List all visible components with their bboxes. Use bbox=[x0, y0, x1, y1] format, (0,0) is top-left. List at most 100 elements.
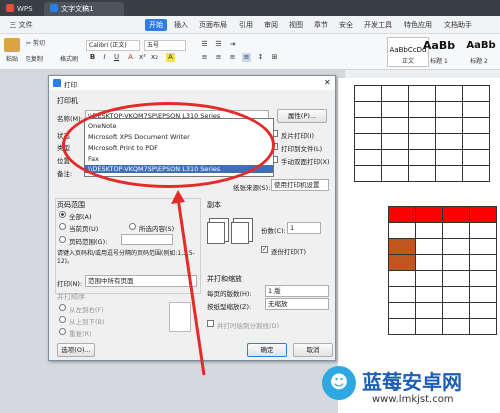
title-bar: WPS 文字文稿1 bbox=[0, 0, 500, 16]
cancel-button[interactable]: 取消 bbox=[293, 343, 333, 357]
format-painter-button[interactable]: 格式刷 bbox=[56, 56, 82, 64]
copies-label: 份数(C): bbox=[261, 227, 286, 235]
borders-icon[interactable]: ⊞ bbox=[270, 53, 279, 62]
bold-icon[interactable]: B bbox=[88, 53, 97, 62]
tab-wps[interactable]: WPS bbox=[0, 2, 42, 16]
page-range-label: 页码范围(G): bbox=[69, 238, 108, 246]
current-page-radio[interactable] bbox=[59, 223, 66, 230]
align-left-icon[interactable]: ≡ bbox=[200, 53, 209, 62]
close-icon[interactable]: ✕ bbox=[324, 78, 331, 87]
android-logo-icon: ☻ bbox=[322, 366, 356, 400]
menu-start[interactable]: 开始 bbox=[145, 19, 167, 31]
menu-doc-assistant[interactable]: 文档助手 bbox=[441, 19, 475, 31]
pages-per-sheet-label: 每页的版数(H): bbox=[207, 290, 252, 298]
page-range-radio[interactable] bbox=[59, 236, 66, 243]
collate-label: 逐份打印(T) bbox=[271, 248, 307, 256]
selection-radio[interactable] bbox=[129, 223, 136, 230]
reverse-print-label: 反片打印(I) bbox=[281, 132, 314, 140]
line-spacing-icon[interactable]: ↕ bbox=[256, 53, 265, 62]
printer-icon bbox=[53, 79, 61, 87]
ok-button[interactable]: 确定 bbox=[247, 343, 287, 357]
tab-document-label: 文字文稿1 bbox=[61, 5, 94, 13]
menu-bar: 三 文件 开始 插入 页面布局 引用 审阅 视图 章节 安全 开发工具 特色应用… bbox=[0, 16, 500, 34]
paste-icon[interactable] bbox=[4, 38, 20, 52]
subscript-icon[interactable]: x₂ bbox=[150, 53, 159, 62]
order-section-label: 并打顺序 bbox=[57, 293, 85, 301]
print-to-file-label: 打印到文件(L) bbox=[281, 145, 323, 153]
copy-button[interactable]: ⎘复制 bbox=[26, 56, 52, 64]
ruler bbox=[345, 70, 500, 78]
menu-view[interactable]: 视图 bbox=[286, 19, 306, 31]
font-color-icon[interactable]: A bbox=[126, 53, 135, 62]
draw-borders-label: 并打时绘制分割线(D) bbox=[217, 322, 280, 330]
numbering-icon[interactable]: ☰ bbox=[214, 40, 223, 49]
order-tb-radio[interactable] bbox=[59, 316, 66, 323]
wps-logo-icon bbox=[6, 4, 14, 12]
style-heading1-label: 标题 1 bbox=[430, 58, 448, 65]
scale-select[interactable]: 无缩放 bbox=[265, 298, 329, 310]
selection-label: 所选内容(S) bbox=[139, 225, 175, 233]
order-repeat-radio[interactable] bbox=[59, 328, 66, 335]
paper-source-label: 纸张来源(S): bbox=[233, 184, 271, 192]
menu-review[interactable]: 审阅 bbox=[261, 19, 281, 31]
align-right-icon[interactable]: ≡ bbox=[228, 53, 237, 62]
printer-section-label: 打印机 bbox=[57, 97, 78, 105]
superscript-icon[interactable]: x² bbox=[138, 53, 147, 62]
dialog-title-bar bbox=[49, 76, 335, 90]
format-painter-label: 格式刷 bbox=[59, 56, 78, 63]
watermark-brand: 蓝莓安卓网 bbox=[362, 370, 462, 394]
watermark-url: www.lmkjst.com bbox=[372, 394, 454, 405]
cut-label: 剪切 bbox=[32, 40, 45, 47]
order-lr-label: 从左到右(F) bbox=[69, 306, 104, 314]
italic-icon[interactable]: I bbox=[100, 53, 109, 62]
pages-per-sheet-select[interactable]: 1 版 bbox=[265, 285, 329, 297]
menu-insert[interactable]: 插入 bbox=[171, 19, 191, 31]
style-heading2-label: 标题 2 bbox=[470, 58, 488, 65]
dialog-title: 打印 bbox=[64, 81, 77, 89]
tab-wps-label: WPS bbox=[17, 5, 33, 13]
copies-input[interactable]: 1 bbox=[287, 222, 321, 234]
order-lr-radio[interactable] bbox=[59, 304, 66, 311]
indent-icon[interactable]: ⇥ bbox=[228, 40, 237, 49]
menu-references[interactable]: 引用 bbox=[236, 19, 256, 31]
highlight-icon[interactable]: A bbox=[166, 53, 175, 62]
bullets-icon[interactable]: ☰ bbox=[200, 40, 209, 49]
font-size-select[interactable]: 五号 bbox=[144, 40, 186, 51]
menu-security[interactable]: 安全 bbox=[336, 19, 356, 31]
file-menu[interactable]: 三 文件 bbox=[4, 19, 38, 31]
collate-pages-icon-2 bbox=[231, 222, 249, 244]
page-range-input[interactable] bbox=[121, 234, 173, 245]
print-what-label: 打印(N): bbox=[57, 280, 83, 288]
justify-icon[interactable]: ≡ bbox=[242, 53, 251, 62]
current-page-label: 当前页(U) bbox=[69, 225, 99, 233]
collate-checkbox[interactable]: ✓ bbox=[261, 246, 268, 253]
paper-source-select[interactable]: 使用打印机设置 bbox=[271, 179, 329, 191]
font-name-select[interactable]: Calibri (正文) bbox=[86, 40, 140, 51]
all-pages-radio[interactable] bbox=[59, 211, 66, 218]
cut-icon: ✂ bbox=[26, 40, 32, 47]
properties-button[interactable]: 属性(P)... bbox=[277, 109, 327, 123]
order-repeat-label: 重复(R) bbox=[69, 330, 92, 338]
cut-button[interactable]: ✂ 剪切 bbox=[26, 40, 60, 48]
table-top bbox=[354, 85, 490, 182]
align-center-icon[interactable]: ≡ bbox=[214, 53, 223, 62]
scale-label: 按纸型缩放(Z): bbox=[207, 303, 252, 311]
menu-developer[interactable]: 开发工具 bbox=[361, 19, 395, 31]
document-icon bbox=[50, 4, 58, 12]
menu-features[interactable]: 特色应用 bbox=[401, 19, 435, 31]
annotation-ellipse bbox=[62, 102, 275, 188]
annotation-arrow bbox=[171, 190, 206, 376]
menu-chapter[interactable]: 章节 bbox=[311, 19, 331, 31]
options-button[interactable]: 选项(O)... bbox=[57, 343, 95, 357]
menu-page-layout[interactable]: 页面布局 bbox=[196, 19, 230, 31]
tab-document[interactable]: 文字文稿1 bbox=[44, 2, 124, 16]
page-range-section-label: 页码范围 bbox=[57, 201, 85, 209]
order-tb-label: 从上到下(B) bbox=[69, 318, 105, 326]
zoom-section-label: 并打和缩放 bbox=[207, 275, 242, 283]
copy-label: 复制 bbox=[30, 56, 43, 63]
paste-label: 粘贴 bbox=[5, 56, 18, 63]
table-bottom bbox=[388, 206, 497, 335]
comment-label: 备注: bbox=[57, 170, 73, 178]
underline-icon[interactable]: U bbox=[112, 53, 121, 62]
manual-duplex-label: 手动双面打印(X) bbox=[281, 158, 330, 166]
